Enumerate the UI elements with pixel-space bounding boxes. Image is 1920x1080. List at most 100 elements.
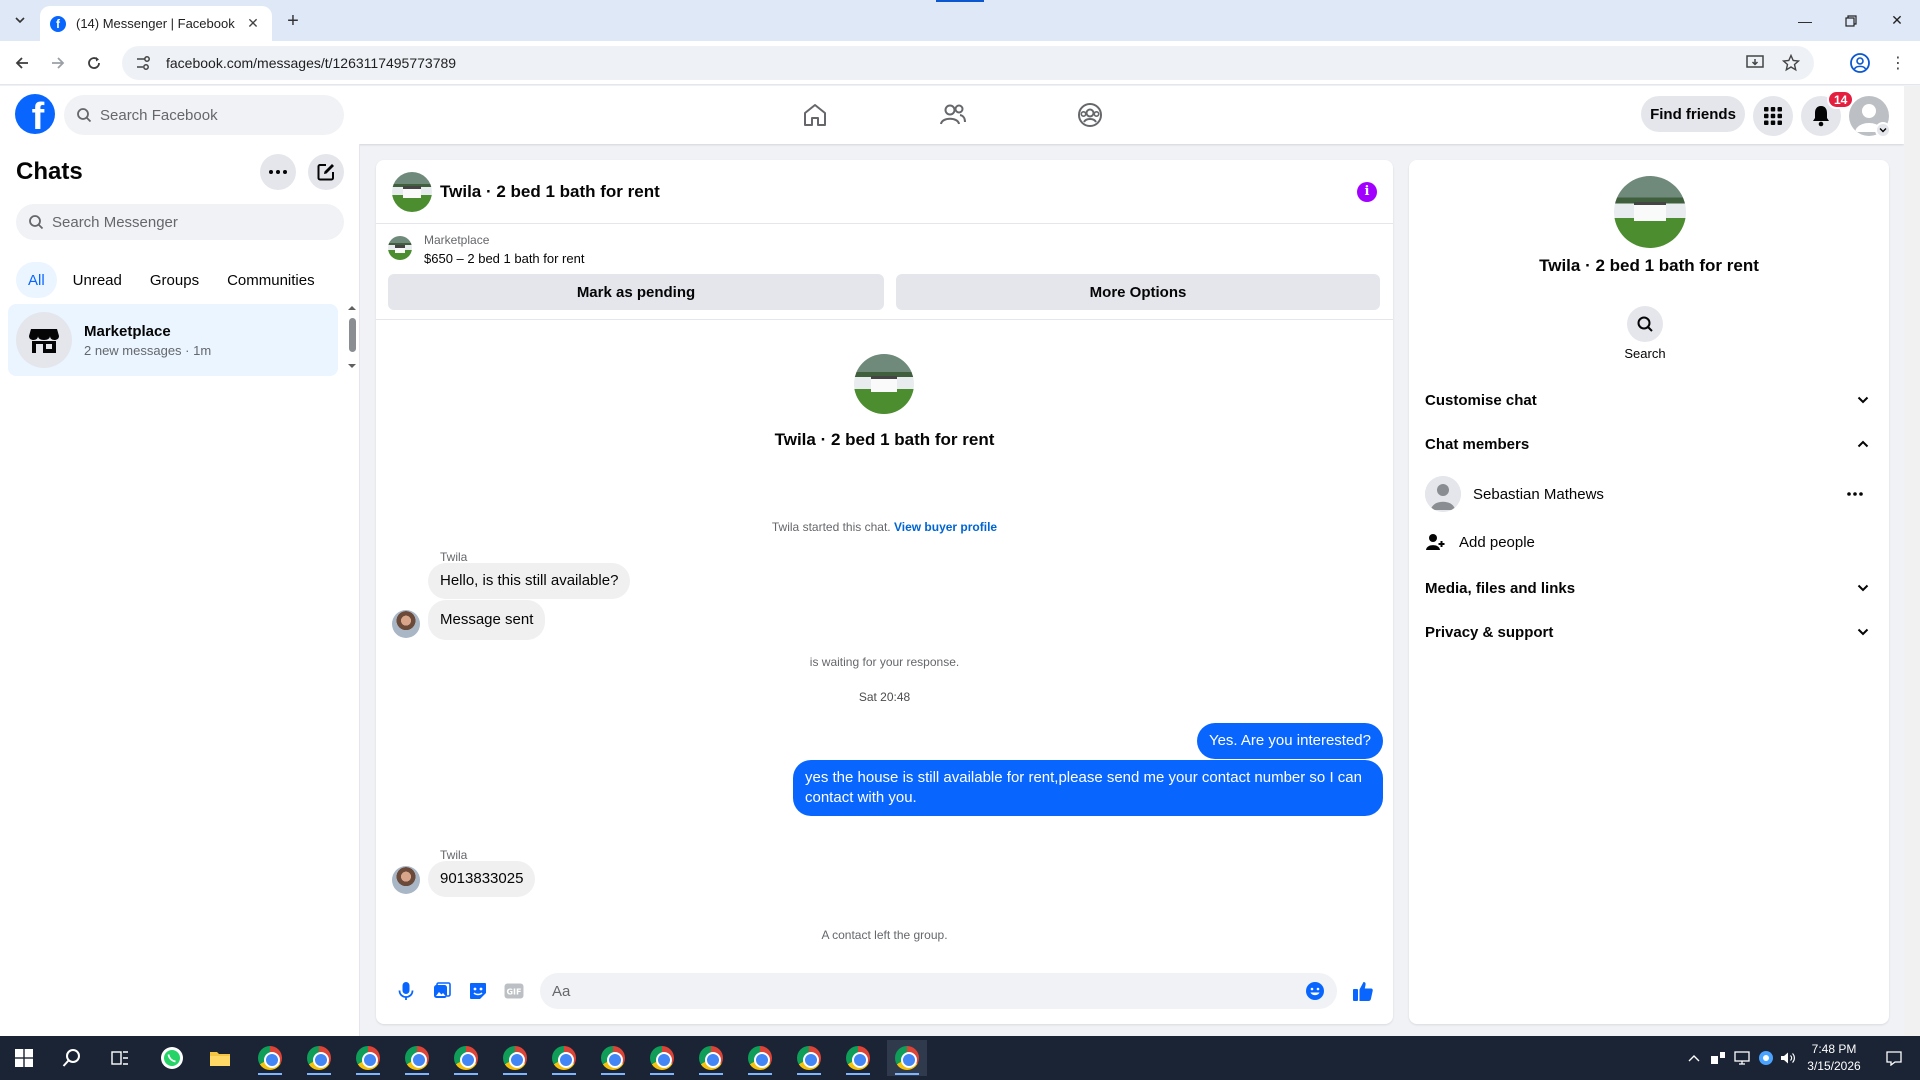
tray-volume-icon[interactable]	[1778, 1036, 1798, 1080]
mark-as-pending-button[interactable]: Mark as pending	[388, 274, 884, 310]
filter-unread[interactable]: Unread	[61, 262, 134, 298]
incoming-message-bubble[interactable]: Message sent	[428, 600, 546, 640]
chrome-menu-icon[interactable]: ⋮	[1886, 51, 1910, 75]
reload-icon[interactable]	[82, 51, 106, 75]
photo-attach-icon[interactable]	[424, 973, 460, 1009]
action-center-notification-icon[interactable]	[1876, 1036, 1912, 1080]
friends-icon[interactable]	[933, 98, 973, 132]
sender-avatar[interactable]	[392, 866, 420, 894]
microphone-icon[interactable]	[388, 973, 424, 1009]
chat-list-item-marketplace[interactable]: Marketplace 2 new messages · 1m	[8, 304, 338, 376]
new-tab-plus-icon[interactable]: +	[282, 10, 304, 32]
customise-chat-row[interactable]: Customise chat	[1425, 378, 1873, 422]
forward-arrow-icon[interactable]	[46, 51, 70, 75]
taskbar-search-icon[interactable]	[52, 1040, 92, 1076]
thumbs-up-like-icon[interactable]	[1345, 973, 1381, 1009]
taskbar-chrome-active-icon[interactable]	[887, 1040, 927, 1076]
tray-chevron-up-icon[interactable]	[1684, 1036, 1704, 1080]
chat-members-row[interactable]: Chat members	[1425, 422, 1873, 466]
site-settings-icon[interactable]	[134, 54, 152, 72]
listing-price-title[interactable]: $650 – 2 bed 1 bath for rent	[424, 251, 584, 266]
new-message-compose-icon[interactable]	[308, 154, 344, 190]
view-buyer-profile-link[interactable]: View buyer profile	[894, 520, 997, 534]
tray-monitor-icon[interactable]	[1732, 1036, 1752, 1080]
listing-avatar[interactable]	[392, 171, 432, 212]
taskbar-chrome-icon[interactable]	[691, 1040, 731, 1076]
chat-list-scroll-thumb[interactable]	[349, 318, 356, 352]
chats-options-icon[interactable]	[260, 154, 296, 190]
find-friends-button[interactable]: Find friends	[1641, 96, 1745, 132]
whatsapp-icon[interactable]	[152, 1040, 192, 1076]
bookmark-star-icon[interactable]	[1780, 52, 1802, 74]
listing-thumbnail[interactable]	[388, 236, 412, 260]
message-input-box[interactable]	[540, 973, 1337, 1009]
facebook-logo-icon[interactable]: f	[15, 94, 55, 134]
gif-icon[interactable]: GIF	[496, 973, 532, 1009]
chat-details-panel: Twila · 2 bed 1 bath for rent Search Cus…	[1409, 160, 1889, 1024]
windows-start-icon[interactable]	[4, 1040, 44, 1076]
chat-members-label: Chat members	[1425, 435, 1530, 453]
member-options-icon[interactable]	[1837, 476, 1873, 512]
browser-tabstrip: f (14) Messenger | Facebook ✕ + — ✕	[0, 0, 1920, 41]
taskbar-chrome-icon[interactable]	[495, 1040, 535, 1076]
taskbar-chrome-icon[interactable]	[593, 1040, 633, 1076]
sender-avatar[interactable]	[392, 610, 420, 638]
address-bar[interactable]: facebook.com/messages/t/1263117495773789	[122, 46, 1814, 80]
outgoing-message-bubble[interactable]: Yes. Are you interested?	[1196, 723, 1383, 759]
media-files-links-row[interactable]: Media, files and links	[1425, 566, 1873, 610]
taskbar-chrome-icon[interactable]	[446, 1040, 486, 1076]
taskbar-chrome-icon[interactable]	[642, 1040, 682, 1076]
menu-grid-icon[interactable]	[1753, 96, 1793, 136]
emoji-icon[interactable]	[1305, 981, 1325, 1001]
taskbar-chrome-icon[interactable]	[838, 1040, 878, 1076]
page-scrollbar[interactable]	[1904, 86, 1920, 1036]
browser-tab-messenger[interactable]: f (14) Messenger | Facebook ✕	[40, 6, 272, 41]
file-explorer-icon[interactable]	[200, 1040, 240, 1076]
home-icon[interactable]	[795, 98, 835, 132]
tray-app-icon[interactable]	[1756, 1036, 1776, 1080]
facebook-search-box[interactable]	[64, 95, 344, 135]
tab-close-icon[interactable]: ✕	[244, 15, 262, 33]
taskbar-clock[interactable]: 7:48 PM 3/15/2026	[1796, 1041, 1872, 1075]
filter-communities[interactable]: Communities	[215, 262, 327, 298]
chrome-profile-icon[interactable]	[1848, 51, 1872, 75]
sticker-icon[interactable]	[460, 973, 496, 1009]
conversation-title[interactable]: Twila · 2 bed 1 bath for rent	[440, 182, 1357, 202]
messenger-search-input[interactable]	[52, 213, 332, 231]
close-window-icon[interactable]: ✕	[1874, 0, 1920, 41]
message-input[interactable]	[552, 982, 1305, 1000]
facebook-search-input[interactable]	[100, 106, 320, 124]
incoming-message-bubble[interactable]: 9013833025	[428, 861, 536, 897]
minimize-window-icon[interactable]: —	[1782, 0, 1828, 41]
chat-list-scrollbar[interactable]	[347, 304, 357, 370]
taskbar-chrome-icon[interactable]	[789, 1040, 829, 1076]
filter-groups[interactable]: Groups	[138, 262, 211, 298]
contact-left-notice: A contact left the group.	[821, 928, 948, 942]
conversation-info-icon[interactable]: i	[1357, 181, 1377, 202]
add-people-button[interactable]: Add people	[1425, 520, 1535, 564]
taskbar-chrome-icon[interactable]	[348, 1040, 388, 1076]
intro-listing-avatar[interactable]	[854, 354, 914, 414]
taskbar-chrome-icon[interactable]	[544, 1040, 584, 1076]
taskbar-chrome-icon[interactable]	[740, 1040, 780, 1076]
taskbar-chrome-icon[interactable]	[299, 1040, 339, 1076]
messenger-search-box[interactable]	[16, 204, 344, 240]
taskbar-chrome-icon[interactable]	[250, 1040, 290, 1076]
filter-all[interactable]: All	[16, 262, 57, 298]
details-search-icon[interactable]	[1627, 306, 1663, 342]
tray-network-shield-icon[interactable]	[1708, 1036, 1728, 1080]
more-options-button[interactable]: More Options	[896, 274, 1380, 310]
account-chevron-down-icon[interactable]	[1875, 122, 1891, 138]
privacy-support-row[interactable]: Privacy & support	[1425, 610, 1873, 654]
tab-search-chevron-icon[interactable]	[8, 8, 32, 32]
outgoing-message-bubble[interactable]: yes the house is still available for ren…	[793, 760, 1383, 816]
incoming-message-bubble[interactable]: Hello, is this still available?	[428, 563, 631, 599]
back-arrow-icon[interactable]	[10, 51, 34, 75]
install-app-icon[interactable]	[1744, 52, 1766, 74]
task-view-icon[interactable]	[100, 1040, 140, 1076]
chat-member-item[interactable]: Sebastian Mathews	[1425, 472, 1873, 516]
groups-icon[interactable]	[1070, 98, 1110, 132]
taskbar-chrome-icon[interactable]	[397, 1040, 437, 1076]
restore-window-icon[interactable]	[1828, 0, 1874, 41]
details-listing-avatar[interactable]	[1614, 176, 1686, 248]
